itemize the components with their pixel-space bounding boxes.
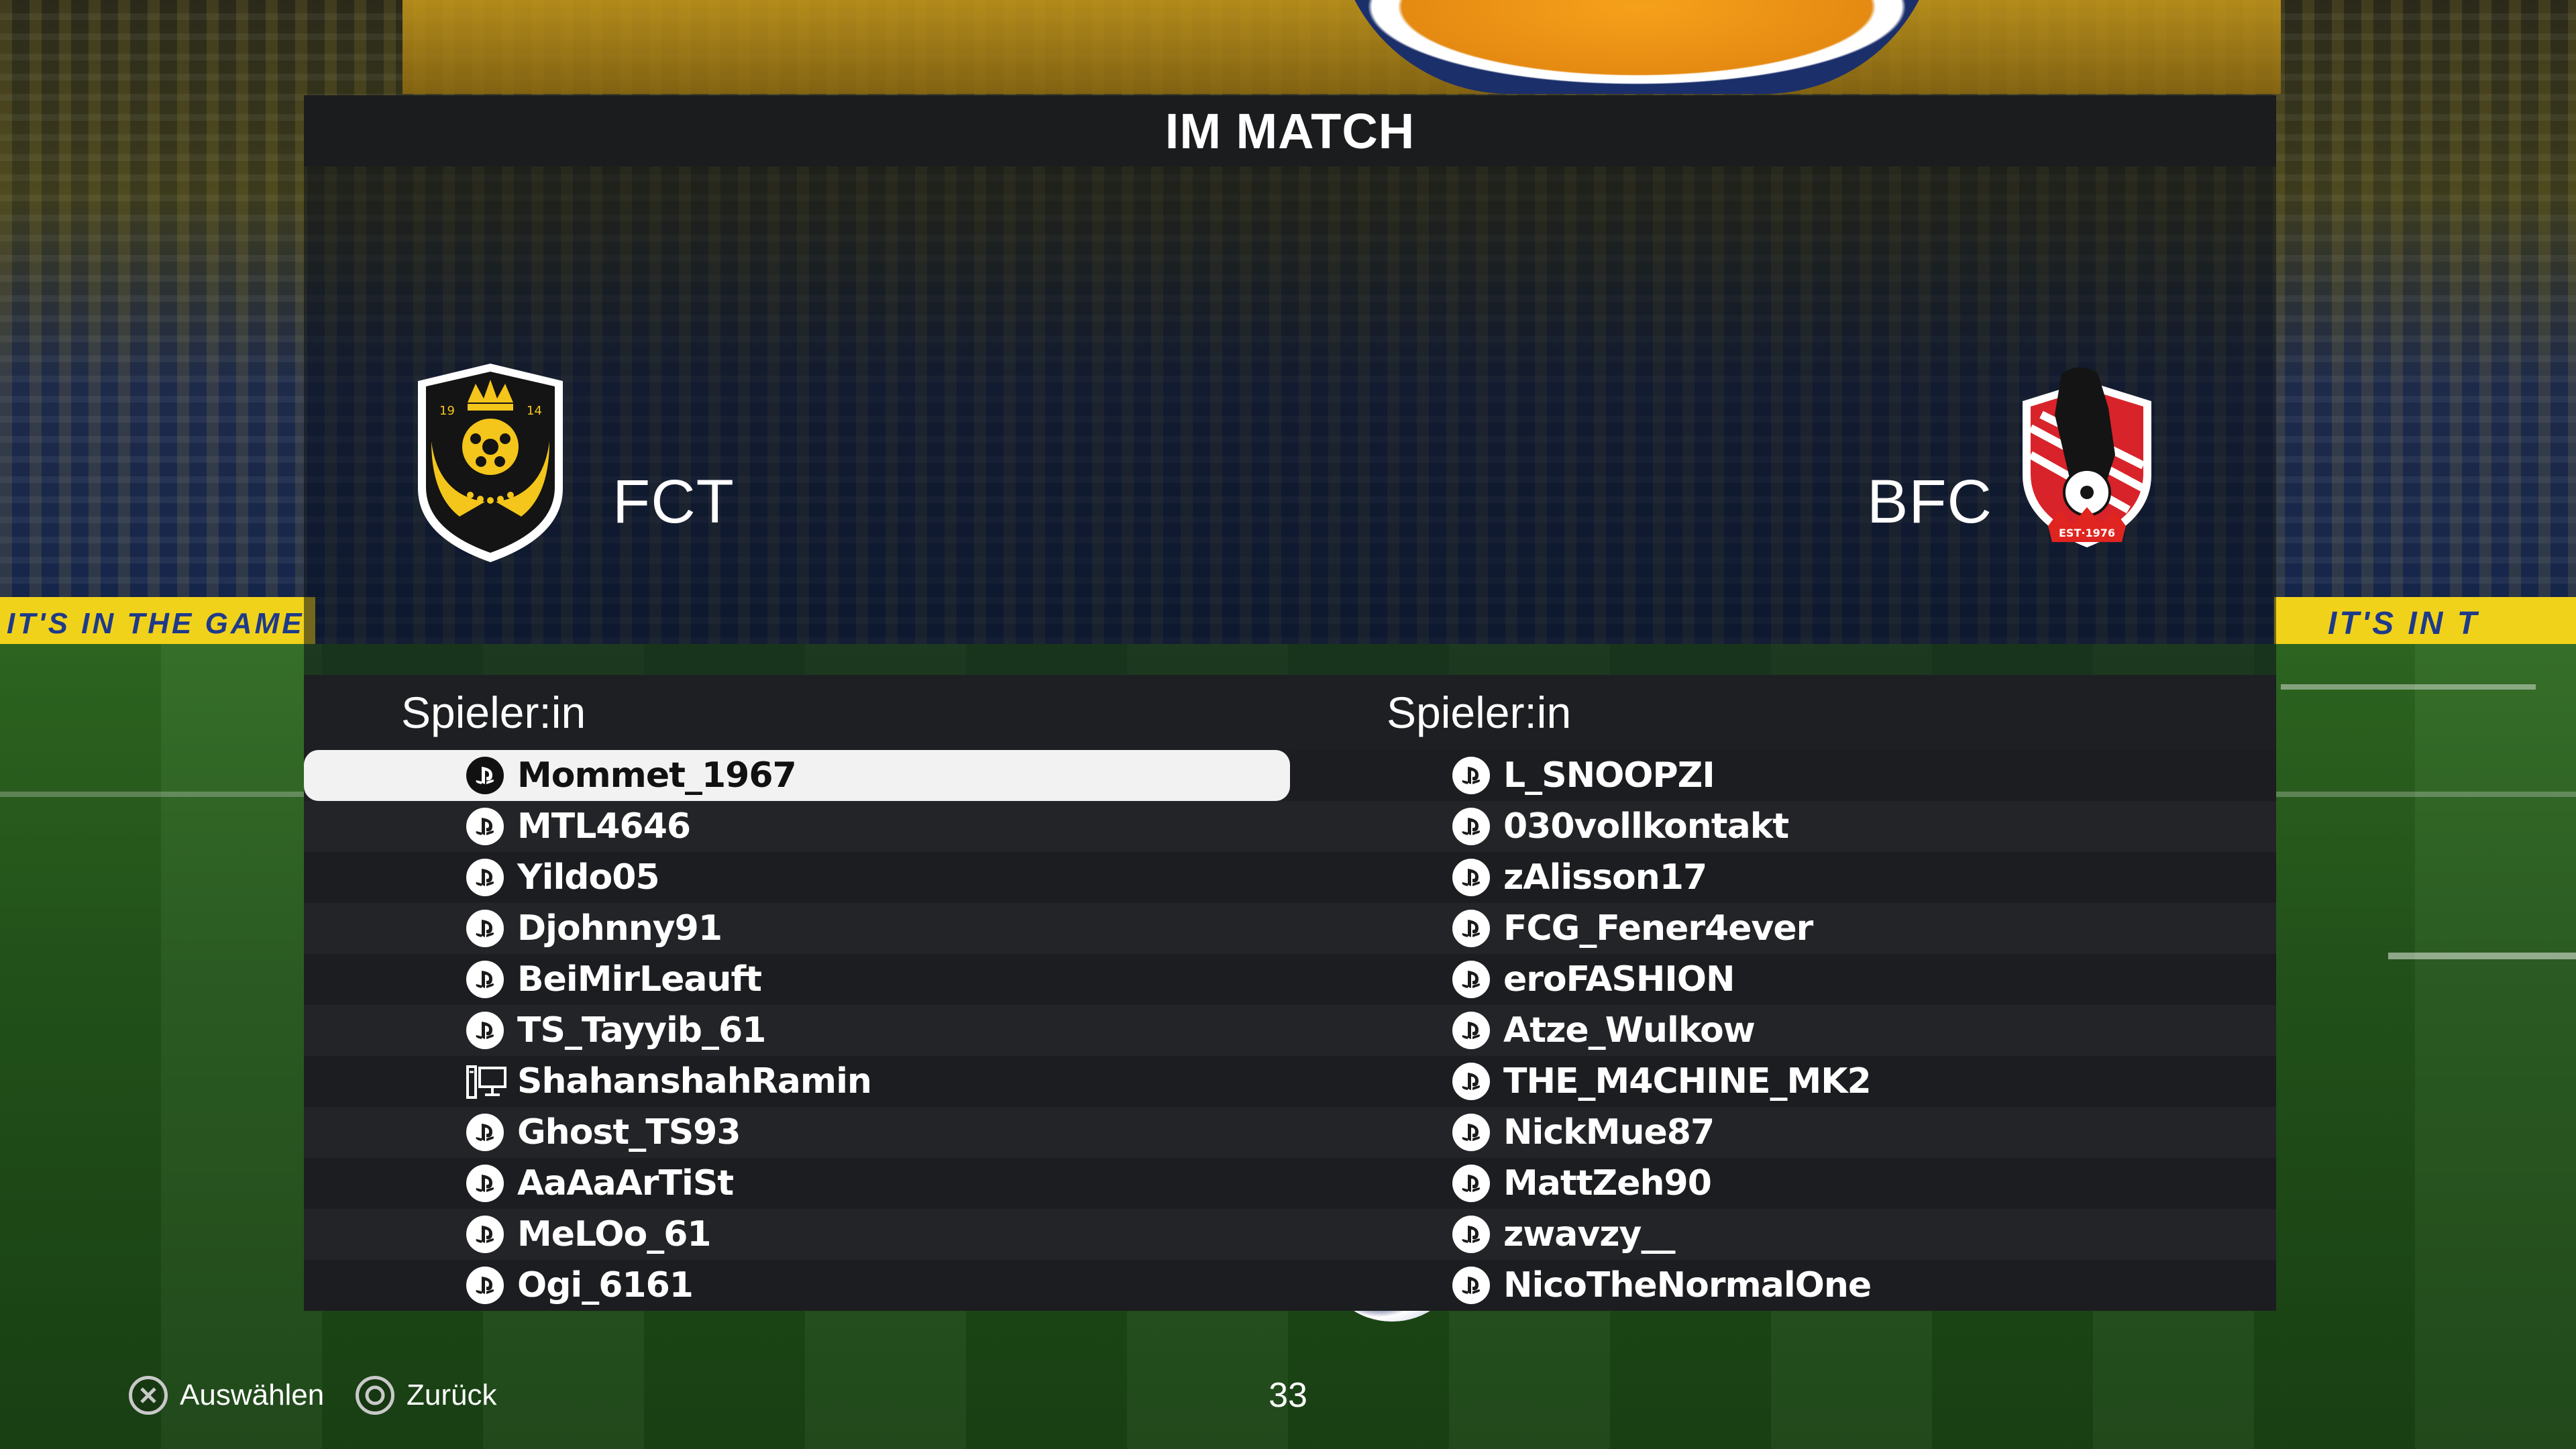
player-name: BeiMirLeauft [517,959,762,1000]
away-player-list: L_SNOOPZI 030vollkontakt zAlisson17 FCG_Fen… [1290,750,2276,1311]
page-title: IM MATCH [304,95,2276,166]
player-name: MTL4646 [517,806,691,847]
playstation-icon [466,1267,504,1304]
player-name: FCG_Fener4ever [1503,908,1813,949]
pc-icon [466,1065,506,1099]
player-name: Ghost_TS93 [517,1112,741,1152]
playstation-icon [1452,1063,1490,1100]
playstation-icon [466,1012,504,1049]
playstation-icon [1452,910,1490,947]
home-player-row[interactable]: Yildo05 [304,852,1290,903]
away-player-row[interactable]: zwavzy__ [1290,1209,2276,1260]
match-counter: 33 [1269,1376,1307,1415]
player-name: Ogi_6161 [517,1265,694,1305]
home-player-row[interactable]: MeLOo_61 [304,1209,1290,1260]
home-crest-number-right: 14 [527,404,542,418]
playstation-icon [1452,961,1490,998]
home-column-header: Spieler:in [401,688,586,737]
home-player-list: Mommet_1967 MTL4646 Yildo05 Djohnny91 BeiMir… [304,750,1290,1311]
home-team-crest: 19 14 [418,364,563,562]
player-name: THE_M4CHINE_MK2 [1503,1061,1872,1102]
player-name: NicoTheNormalOne [1503,1265,1872,1305]
home-player-row[interactable]: Djohnny91 [304,903,1290,954]
playstation-icon [1452,1216,1490,1253]
match-panel: IM MATCH 19 14 FCT BFC EST·1976 Spieler:… [304,95,2276,1311]
away-player-row[interactable]: 030vollkontakt [1290,801,2276,852]
away-player-row[interactable]: THE_M4CHINE_MK2 [1290,1056,2276,1107]
player-name: Djohnny91 [517,908,722,949]
home-team-name: FCT [612,468,735,536]
playstation-icon [1452,1165,1490,1202]
home-player-row[interactable]: Mommet_1967 [304,750,1290,801]
team-header: 19 14 FCT BFC EST·1976 [304,166,2276,675]
player-name: 030vollkontakt [1503,806,1789,847]
player-name: Mommet_1967 [517,755,797,796]
away-crest-est-text: EST·1976 [2059,527,2115,539]
away-player-row[interactable]: zAlisson17 [1290,852,2276,903]
player-name: Atze_Wulkow [1503,1010,1756,1051]
player-name: Yildo05 [517,857,660,898]
away-team-crest: EST·1976 [2023,367,2151,547]
home-player-row[interactable]: ShahanshahRamin [304,1056,1290,1107]
player-name: MattZeh90 [1503,1163,1712,1203]
select-hint-label: Auswählen [180,1379,325,1411]
away-column-header: Spieler:in [1387,688,1572,737]
adboard-left: IT'S IN THE GAME [0,597,315,651]
playstation-icon [466,1216,504,1253]
away-player-row[interactable]: FCG_Fener4ever [1290,903,2276,954]
home-player-row[interactable]: Ghost_TS93 [304,1107,1290,1158]
player-name: eroFASHION [1503,959,1735,1000]
away-player-row[interactable]: NickMue87 [1290,1107,2276,1158]
player-name: L_SNOOPZI [1503,755,1715,796]
playstation-icon [466,961,504,998]
select-hint[interactable]: Auswählen [129,1368,324,1422]
away-player-row[interactable]: MattZeh90 [1290,1158,2276,1209]
playstation-icon [1452,859,1490,896]
away-player-row[interactable]: NicoTheNormalOne [1290,1260,2276,1311]
player-name: TS_Tayyib_61 [517,1010,766,1051]
playstation-icon [1452,757,1490,794]
playstation-icon [466,910,504,947]
away-player-row[interactable]: Atze_Wulkow [1290,1005,2276,1056]
playstation-icon [466,808,504,845]
home-player-row[interactable]: TS_Tayyib_61 [304,1005,1290,1056]
away-player-row[interactable]: L_SNOOPZI [1290,750,2276,801]
home-player-row[interactable]: Ogi_6161 [304,1260,1290,1311]
home-crest-number-left: 19 [439,404,455,418]
playstation-icon [1452,1012,1490,1049]
playstation-icon [1452,1267,1490,1304]
player-name: zAlisson17 [1503,857,1707,898]
back-hint-label: Zurück [407,1379,497,1411]
circle-button-icon [356,1376,394,1415]
playstation-icon [466,757,504,794]
playstation-icon [1452,808,1490,845]
home-player-row[interactable]: MTL4646 [304,801,1290,852]
away-team-name: BFC [1867,468,1992,536]
home-player-row[interactable]: AaAaArTiSt [304,1158,1290,1209]
back-hint[interactable]: Zurück [356,1368,496,1422]
player-name: zwavzy__ [1503,1214,1675,1254]
player-name: NickMue87 [1503,1112,1715,1152]
playstation-icon [466,1114,504,1151]
adboard-right: IT'S IN T [2274,597,2576,651]
away-player-row[interactable]: eroFASHION [1290,954,2276,1005]
cross-button-icon [129,1376,168,1415]
playstation-icon [466,1165,504,1202]
playstation-icon [466,859,504,896]
player-name: ShahanshahRamin [517,1061,872,1102]
player-name: AaAaArTiSt [517,1163,734,1203]
stadium-banner [402,0,2281,94]
playstation-icon [1452,1114,1490,1151]
player-lists: Spieler:in Spieler:in Mommet_1967 MTL4646… [304,675,2276,1311]
home-player-row[interactable]: BeiMirLeauft [304,954,1290,1005]
player-name: MeLOo_61 [517,1214,712,1254]
